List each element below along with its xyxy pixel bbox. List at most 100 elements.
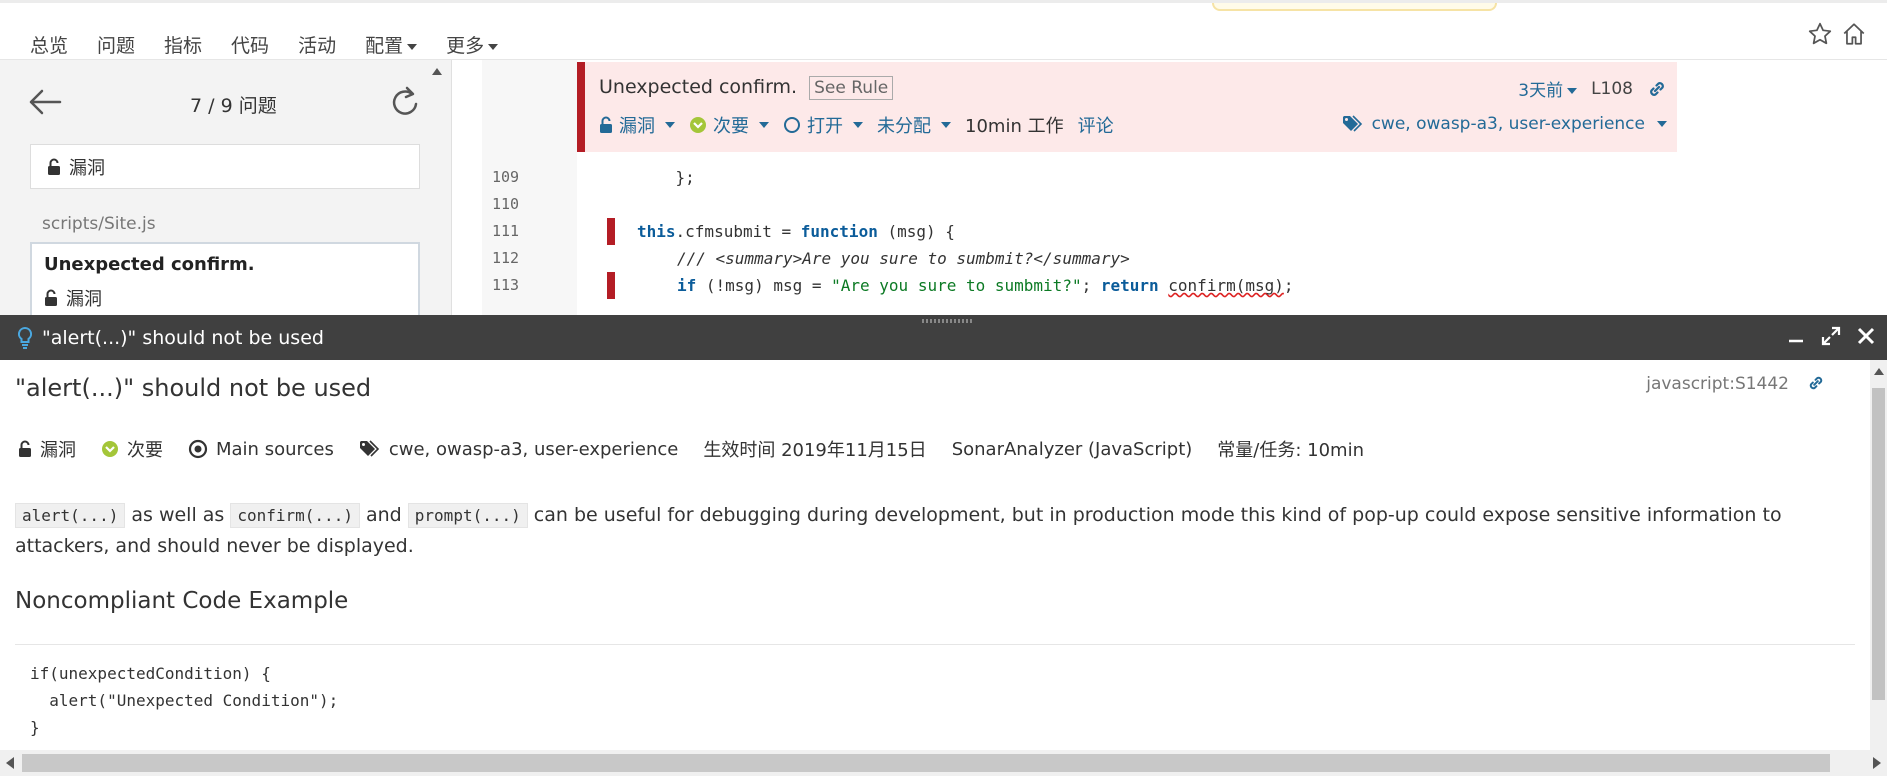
rule-meta: 漏洞 次要 Main sources cwe, owasp-a3, user-e… [18,436,1389,462]
vertical-scrollbar[interactable] [1870,360,1887,750]
chevron-down-icon [1567,88,1578,94]
expand-icon[interactable] [1821,326,1841,346]
code-text: }; [637,168,695,187]
star-icon[interactable] [1807,21,1833,47]
tab-activity[interactable]: 活动 [298,31,336,63]
rule-effort: 常量/任务: 10min [1217,440,1364,461]
tab-label: 代码 [231,35,270,57]
code-line: 109 }; [482,164,1882,191]
rule-effective-date: 生效时间 2019年11月15日 [703,440,927,461]
issue-location-marker[interactable] [607,272,615,299]
issue-box[interactable]: Unexpected confirm. See Rule 3天前 L108 漏洞… [577,62,1677,152]
tab-issues[interactable]: 问题 [97,31,136,64]
rule-scope-label: Main sources [216,438,334,460]
unlock-icon [45,289,57,306]
rule-description: alert(...) as well as confirm(...) and p… [15,503,1782,557]
issue-tags[interactable]: cwe, owasp-a3, user-experience [1342,114,1667,134]
issue-type-label: 漏洞 [619,116,655,137]
permalink-icon[interactable] [1807,374,1825,392]
home-icon[interactable] [1841,21,1867,47]
rule-type: 漏洞 [18,436,76,462]
issue-card-title: Unexpected confirm. [44,254,255,275]
rule-severity-label: 次要 [127,440,163,461]
filter-label: 漏洞 [69,157,105,179]
chevron-down-icon [941,122,951,128]
scroll-left-arrow[interactable] [6,757,14,769]
tab-administration[interactable]: 配置 [365,31,418,63]
issue-status-label: 打开 [807,116,843,137]
issue-location-marker[interactable] [607,218,615,245]
line-number[interactable]: 111 [492,218,562,245]
scrollbar-thumb[interactable] [1872,388,1885,700]
scrollbar-thumb[interactable] [22,754,1830,772]
tags-icon [1342,115,1362,132]
issue-status-dropdown[interactable]: 打开 [783,112,863,138]
minimize-icon[interactable] [1787,327,1805,345]
tab-label: 配置 [365,35,404,57]
unlock-icon [48,158,60,175]
rule-severity: 次要 [101,436,163,462]
rule-panel-header: "alert(...)" should not be used [0,315,1887,360]
see-rule-button[interactable]: See Rule [809,76,894,100]
issue-effort: 10min 工作 [965,116,1064,137]
permalink-icon[interactable] [1647,79,1667,99]
tab-measures[interactable]: 指标 [164,31,202,63]
issue-card[interactable]: Unexpected confirm. 漏洞 [30,242,420,315]
issue-tags-label: cwe, owasp-a3, user-experience [1371,114,1645,134]
rule-title: "alert(...)" should not be used [15,374,372,402]
code-viewer: Unexpected confirm. See Rule 3天前 L108 漏洞… [452,60,1887,315]
code-example: if(unexpectedCondition) { alert("Unexpec… [30,664,339,737]
issue-line: L108 [1591,78,1633,99]
close-icon[interactable] [1857,327,1875,345]
type-filter[interactable]: 漏洞 [30,144,420,189]
scroll-up-arrow[interactable] [1874,368,1884,375]
comment-link[interactable]: 评论 [1078,112,1114,138]
tab-code[interactable]: 代码 [231,31,269,63]
issue-type-dropdown[interactable]: 漏洞 [599,112,675,138]
file-path: scripts/Site.js [42,214,156,234]
inline-code: confirm(...) [230,503,360,528]
tab-label: 活动 [298,35,337,57]
refresh-icon[interactable] [390,85,422,119]
target-icon [188,439,208,459]
line-number[interactable]: 113 [492,272,562,299]
code-line: 112 /// <summary>Are you sure to sumbmit… [482,245,1882,272]
resize-handle[interactable] [922,319,972,323]
code-text: /// <summary>Are you sure to sumbmit?</s… [677,249,1130,268]
chevron-down-icon [407,43,418,50]
rule-type-label: 漏洞 [40,440,76,461]
rule-scope: Main sources [188,439,334,460]
line-number[interactable]: 109 [492,164,562,191]
issue-assignee-label: 未分配 [877,116,931,137]
issues-sidebar: 7 / 9 问题 漏洞 scripts/Site.js Unexpected c… [0,60,452,315]
issue-severity-label: 次要 [713,116,749,137]
tags-icon [359,440,379,457]
tab-label: 总览 [30,35,69,57]
rule-tags: cwe, owasp-a3, user-experience [359,439,678,460]
code-line: 113 if (!msg) msg = "Are you sure to sum… [482,272,1882,299]
issue-message[interactable]: Unexpected confirm. [599,76,797,98]
back-arrow-icon[interactable] [28,88,62,116]
issue-severity-dropdown[interactable]: 次要 [689,112,769,138]
top-navigation: 总览 问题 指标 代码 活动 配置 更多 [0,0,1887,64]
divider [15,644,1855,645]
issue-age[interactable]: 3天前 [1518,76,1578,101]
unlock-icon [19,440,31,457]
tab-label: 问题 [97,35,136,57]
line-number[interactable]: 110 [492,191,562,218]
scroll-up-arrow[interactable] [432,68,442,75]
tab-label: 更多 [446,35,485,57]
scroll-right-arrow[interactable] [1873,757,1881,769]
severity-minor-icon [102,441,118,457]
nav-tabs: 总览 问题 指标 代码 活动 配置 更多 [30,31,527,64]
horizontal-scrollbar[interactable] [0,750,1887,776]
issue-assignee-dropdown[interactable]: 未分配 [877,112,951,138]
code-line: 111 this.cfmsubmit = function (msg) { [482,218,1882,245]
unlock-icon [600,116,612,133]
tab-more[interactable]: 更多 [446,31,499,63]
rule-panel-title: "alert(...)" should not be used [42,327,324,349]
inline-code: prompt(...) [407,503,528,528]
lightbulb-icon [18,327,32,349]
line-number[interactable]: 112 [492,245,562,272]
tab-overview[interactable]: 总览 [30,31,68,63]
